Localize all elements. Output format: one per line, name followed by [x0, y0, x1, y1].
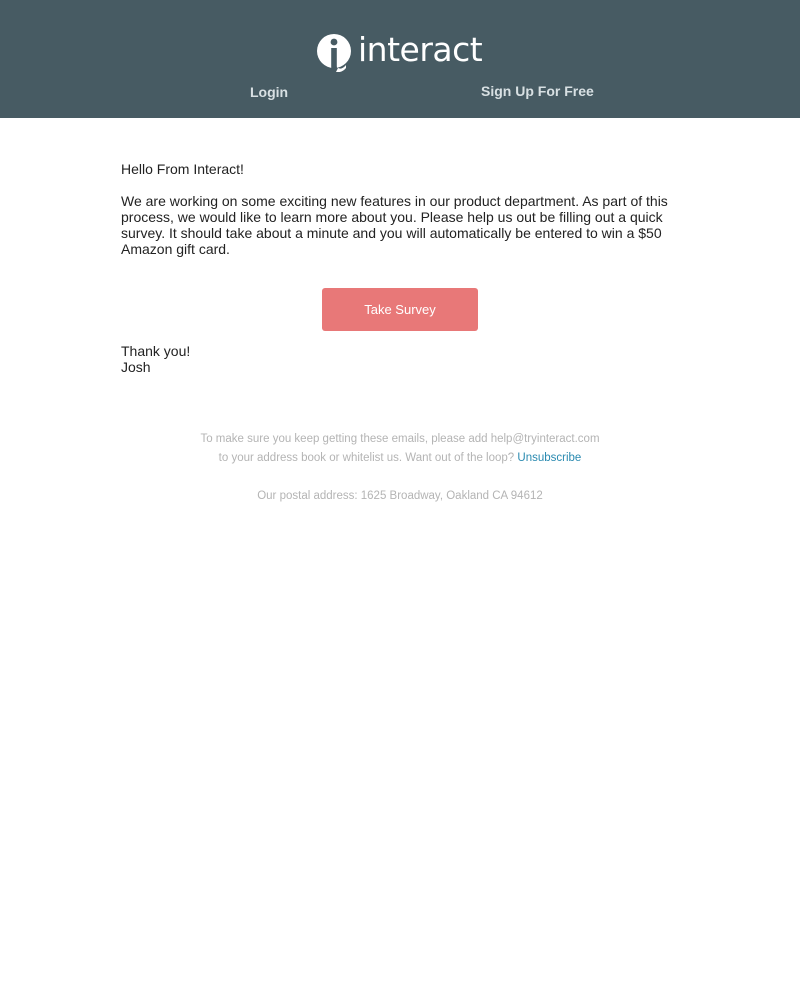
footer-notice: To make sure you keep getting these emai…: [200, 430, 600, 468]
cta-container: Take Survey: [322, 288, 478, 331]
signoff: Thank you! Josh: [121, 343, 190, 375]
take-survey-button[interactable]: Take Survey: [322, 288, 478, 331]
unsubscribe-link[interactable]: Unsubscribe: [517, 452, 581, 464]
logo-wordmark: interact: [358, 30, 483, 69]
email-header: interact Login Sign Up For Free: [0, 0, 800, 118]
signoff-name: Josh: [121, 359, 151, 375]
interact-logo[interactable]: interact: [316, 30, 483, 73]
email-footer: To make sure you keep getting these emai…: [200, 430, 600, 506]
greeting-text: Hello From Interact!: [121, 161, 244, 177]
signup-link[interactable]: Sign Up For Free: [481, 83, 594, 99]
email-body: Hello From Interact! We are working on s…: [121, 161, 681, 257]
interact-logo-icon: [317, 34, 351, 72]
body-paragraph: We are working on some exciting new feat…: [121, 193, 668, 257]
postal-address: Our postal address: 1625 Broadway, Oakla…: [257, 490, 543, 502]
login-link[interactable]: Login: [250, 84, 288, 100]
signoff-thanks: Thank you!: [121, 343, 191, 359]
